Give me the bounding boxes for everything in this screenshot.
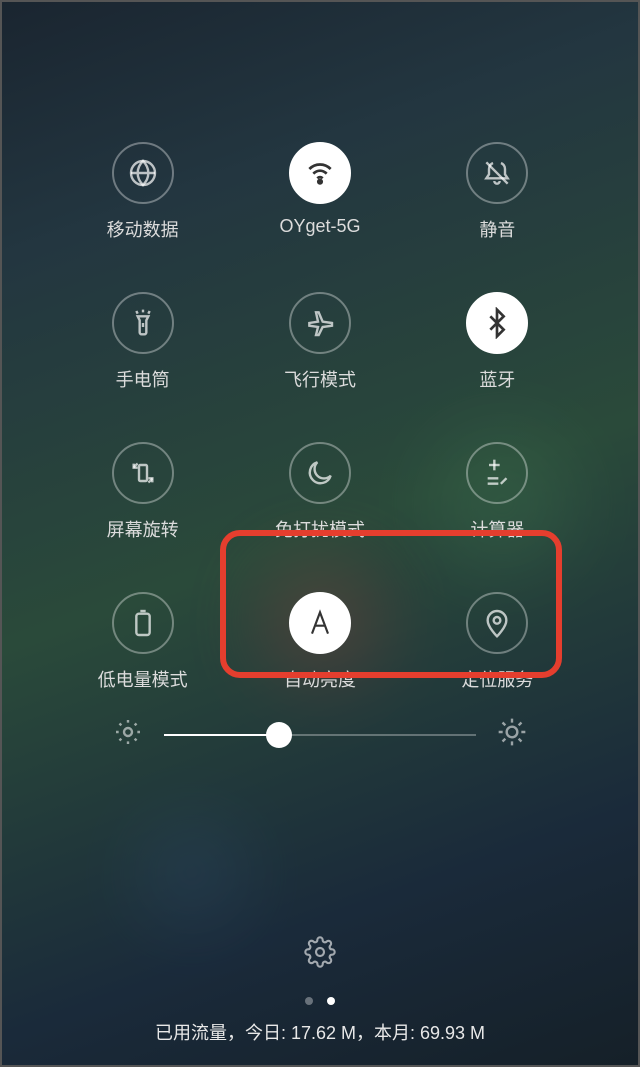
bell-off-icon (466, 142, 528, 204)
page-dot (305, 997, 313, 1005)
brightness-thumb[interactable] (266, 722, 292, 748)
toggle-auto-brightness[interactable]: 自动亮度 (231, 592, 408, 692)
quick-settings-grid: 移动数据 OYget-5G 静音手电筒 飞行模式 蓝牙屏幕旋转 免打扰模式 计算器低电量模式… (2, 142, 638, 692)
toggle-location[interactable]: 定位服务 (409, 592, 586, 692)
brightness-low-icon (112, 716, 144, 753)
toggle-label: 低电量模式 (98, 666, 188, 692)
toggle-label: 手电筒 (116, 366, 170, 392)
wifi-icon (289, 142, 351, 204)
toggle-label: 蓝牙 (479, 366, 515, 392)
toggle-label: 定位服务 (461, 666, 533, 692)
rotation-icon (112, 442, 174, 504)
page-dot (327, 997, 335, 1005)
toggle-mute[interactable]: 静音 (409, 142, 586, 242)
toggle-bluetooth[interactable]: 蓝牙 (409, 292, 586, 392)
toggle-label: 计算器 (470, 516, 524, 542)
toggle-label: 屏幕旋转 (107, 516, 179, 542)
toggle-mobile-data[interactable]: 移动数据 (54, 142, 231, 242)
location-icon (466, 592, 528, 654)
toggle-label: 移动数据 (107, 216, 179, 242)
toggle-label: 免打扰模式 (275, 516, 365, 542)
toggle-dnd[interactable]: 免打扰模式 (231, 442, 408, 542)
toggle-wifi[interactable]: OYget-5G (231, 142, 408, 242)
settings-button[interactable] (297, 929, 343, 975)
toggle-airplane[interactable]: 飞行模式 (231, 292, 408, 392)
toggle-low-power[interactable]: 低电量模式 (54, 592, 231, 692)
brightness-high-icon (496, 716, 528, 753)
data-usage-text: 已用流量，今日: 17.62 M，本月: 69.93 M (2, 1019, 638, 1045)
airplane-icon (289, 292, 351, 354)
page-indicator (305, 997, 335, 1005)
brightness-track[interactable] (164, 734, 476, 736)
toggle-label: 飞行模式 (284, 366, 356, 392)
brightness-slider[interactable] (112, 716, 528, 753)
letter-a-icon (289, 592, 351, 654)
calc-icon (466, 442, 528, 504)
toggle-label: 自动亮度 (284, 666, 356, 692)
globe-icon (112, 142, 174, 204)
bluetooth-icon (466, 292, 528, 354)
moon-icon (289, 442, 351, 504)
battery-icon (112, 592, 174, 654)
toggle-label: OYget-5G (279, 216, 360, 237)
toggle-label: 静音 (479, 216, 515, 242)
toggle-rotation[interactable]: 屏幕旋转 (54, 442, 231, 542)
flashlight-icon (112, 292, 174, 354)
toggle-calculator[interactable]: 计算器 (409, 442, 586, 542)
toggle-flashlight[interactable]: 手电筒 (54, 292, 231, 392)
